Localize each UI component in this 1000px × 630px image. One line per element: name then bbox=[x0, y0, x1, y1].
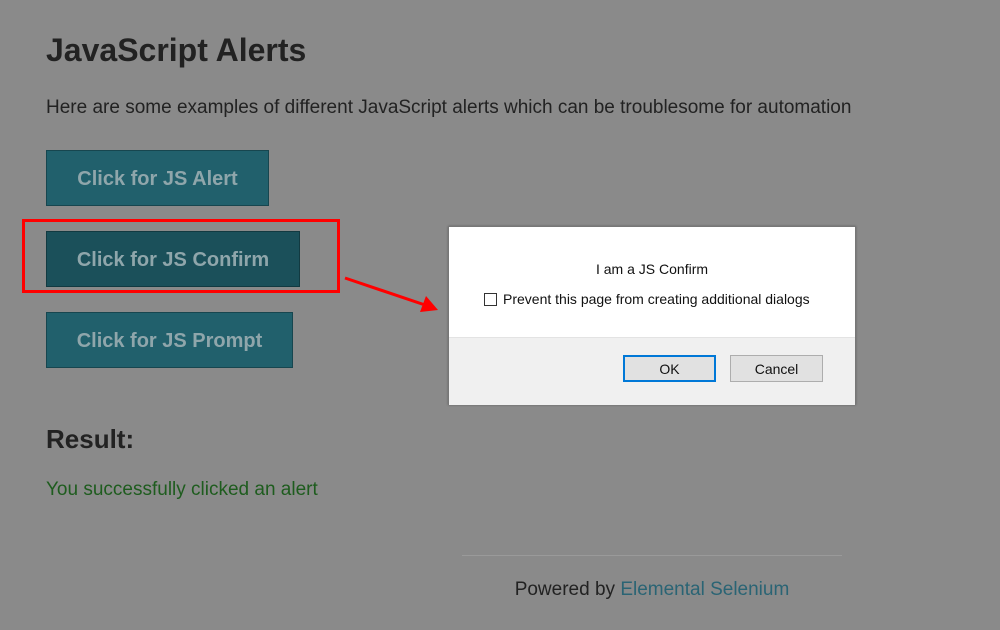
dialog-footer: OK Cancel bbox=[449, 337, 855, 405]
result-heading: Result: bbox=[46, 424, 135, 454]
dialog-message: I am a JS Confirm bbox=[595, 261, 709, 277]
page-title: JavaScript Alerts bbox=[46, 32, 307, 68]
result-text: You successfully clicked an alert bbox=[46, 479, 318, 500]
js-prompt-button[interactable]: Click for JS Prompt bbox=[46, 312, 293, 368]
footer-prefix: Powered by bbox=[514, 579, 621, 600]
js-alert-button[interactable]: Click for JS Alert bbox=[46, 150, 269, 206]
footer-divider bbox=[462, 555, 842, 556]
cancel-button[interactable]: Cancel bbox=[730, 355, 823, 382]
page-intro: Here are some examples of different Java… bbox=[46, 97, 852, 118]
prevent-dialogs-checkbox[interactable] bbox=[484, 292, 497, 306]
annotation-arrow-icon bbox=[344, 276, 438, 312]
dialog-body: I am a JS Confirm Prevent this page from… bbox=[449, 227, 855, 337]
js-confirm-dialog: I am a JS Confirm Prevent this page from… bbox=[448, 226, 856, 405]
prevent-dialogs-label[interactable]: Prevent this page from creating addition… bbox=[503, 291, 810, 307]
prevent-dialogs-row[interactable]: Prevent this page from creating addition… bbox=[484, 291, 810, 307]
footer: Powered by Elemental Selenium bbox=[462, 579, 842, 601]
ok-button[interactable]: OK bbox=[623, 355, 716, 382]
highlight-annotation-box bbox=[22, 219, 340, 293]
elemental-selenium-link[interactable]: Elemental Selenium bbox=[620, 579, 789, 600]
page: JavaScript Alerts Here are some examples… bbox=[0, 0, 1000, 630]
